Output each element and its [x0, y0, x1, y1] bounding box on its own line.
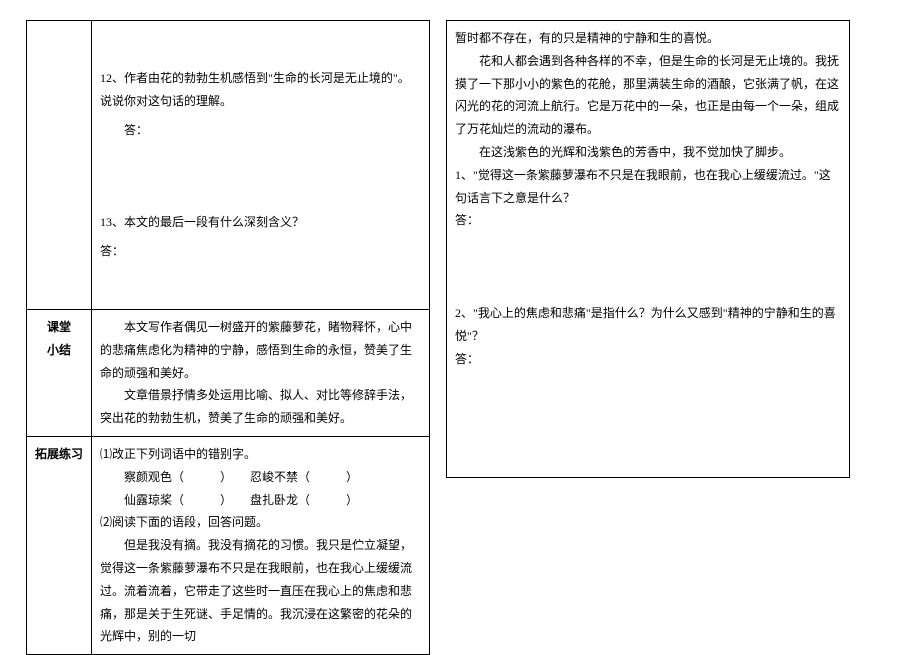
left-column: 12、作者由花的勃勃生机感悟到"生命的长河是无止境的"。说说你对这句话的理解。 …: [0, 0, 438, 650]
content-cell-q12-13: 12、作者由花的勃勃生机感悟到"生命的长河是无止境的"。说说你对这句话的理解。 …: [92, 21, 430, 310]
word-item: 盘扎卧龙（: [250, 493, 310, 507]
passage-cont-1: 花和人都会遇到各种各样的不幸，但是生命的长河是无止境的。我抚摸了一下那小小的紫色…: [455, 50, 841, 141]
content-cell-extend: ⑴改正下列词语中的错别字。 察颜观色（ ） 忍峻不禁（ ） 仙露琼桨（ ） 盘扎卧龙（…: [92, 436, 430, 654]
label-text: 拓展练习: [35, 447, 83, 461]
answer-label: 答：: [455, 209, 841, 232]
word-correction-line2: 仙露琼桨（ ） 盘扎卧龙（ ）: [100, 489, 421, 512]
close-paren: ）: [346, 493, 358, 507]
word-item: 察颜观色（: [124, 470, 184, 484]
question-13: 13、本文的最后一段有什么深刻含义？: [100, 211, 421, 234]
content-cell-right: 暂时都不存在，有的只是精神的宁静和生的喜悦。 花和人都会遇到各种各样的不幸，但是…: [447, 21, 850, 478]
question-12: 12、作者由花的勃勃生机感悟到"生命的长河是无止境的"。说说你对这句话的理解。: [100, 67, 421, 113]
question-r1: 1、"觉得这一条紫藤萝瀑布不只是在我眼前，也在我心上缓缓流过。"这句话言下之意是…: [455, 164, 841, 210]
row-label-summary: 课堂 小结: [27, 309, 92, 436]
answer-label: 答：: [100, 119, 421, 142]
summary-p1: 本文写作者偶见一树盛开的紫藤萝花，睹物释怀，心中的悲痛焦虑化为精神的宁静，感悟到…: [100, 316, 421, 384]
page-container: 12、作者由花的勃勃生机感悟到"生命的长河是无止境的"。说说你对这句话的理解。 …: [0, 0, 920, 650]
word-item: 仙露琼桨（: [124, 493, 184, 507]
answer-label: 答：: [455, 348, 841, 371]
table-row: 12、作者由花的勃勃生机感悟到"生命的长河是无止境的"。说说你对这句话的理解。 …: [27, 21, 430, 310]
word-item: 忍峻不禁（: [250, 470, 310, 484]
extend-passage: 但是我没有摘。我没有摘花的习惯。我只是伫立凝望，觉得这一条紫藤萝瀑布不只是在我眼…: [100, 534, 421, 648]
label-text: 小结: [35, 339, 83, 362]
summary-p2: 文章借景抒情多处运用比喻、拟人、对比等修辞手法，突出花的勃勃生机，赞美了生命的顽…: [100, 384, 421, 430]
close-paren: ）: [220, 493, 232, 507]
close-paren: ）: [220, 470, 232, 484]
word-correction-line1: 察颜观色（ ） 忍峻不禁（ ）: [100, 466, 421, 489]
answer-label: 答：: [100, 240, 421, 263]
extend-task1: ⑴改正下列词语中的错别字。: [100, 443, 421, 466]
label-text: 课堂: [35, 316, 83, 339]
right-table: 暂时都不存在，有的只是精神的宁静和生的喜悦。 花和人都会遇到各种各样的不幸，但是…: [446, 20, 850, 478]
table-row: 暂时都不存在，有的只是精神的宁静和生的喜悦。 花和人都会遇到各种各样的不幸，但是…: [447, 21, 850, 478]
question-r2: 2、"我心上的焦虑和悲痛"是指什么？为什么又感到"精神的宁静和生的喜悦"？: [455, 302, 841, 348]
passage-cont-0: 暂时都不存在，有的只是精神的宁静和生的喜悦。: [455, 27, 841, 50]
right-column: 暂时都不存在，有的只是精神的宁静和生的喜悦。 花和人都会遇到各种各样的不幸，但是…: [438, 0, 876, 650]
extend-task2: ⑵阅读下面的语段，回答问题。: [100, 511, 421, 534]
table-row: 课堂 小结 本文写作者偶见一树盛开的紫藤萝花，睹物释怀，心中的悲痛焦虑化为精神的…: [27, 309, 430, 436]
close-paren: ）: [346, 470, 358, 484]
left-table: 12、作者由花的勃勃生机感悟到"生命的长河是无止境的"。说说你对这句话的理解。 …: [26, 20, 430, 655]
row-label-extend: 拓展练习: [27, 436, 92, 654]
passage-cont-2: 在这浅紫色的光辉和浅紫色的芳香中，我不觉加快了脚步。: [455, 141, 841, 164]
row-label-empty: [27, 21, 92, 310]
content-cell-summary: 本文写作者偶见一树盛开的紫藤萝花，睹物释怀，心中的悲痛焦虑化为精神的宁静，感悟到…: [92, 309, 430, 436]
table-row: 拓展练习 ⑴改正下列词语中的错别字。 察颜观色（ ） 忍峻不禁（ ） 仙露琼桨（ ） …: [27, 436, 430, 654]
